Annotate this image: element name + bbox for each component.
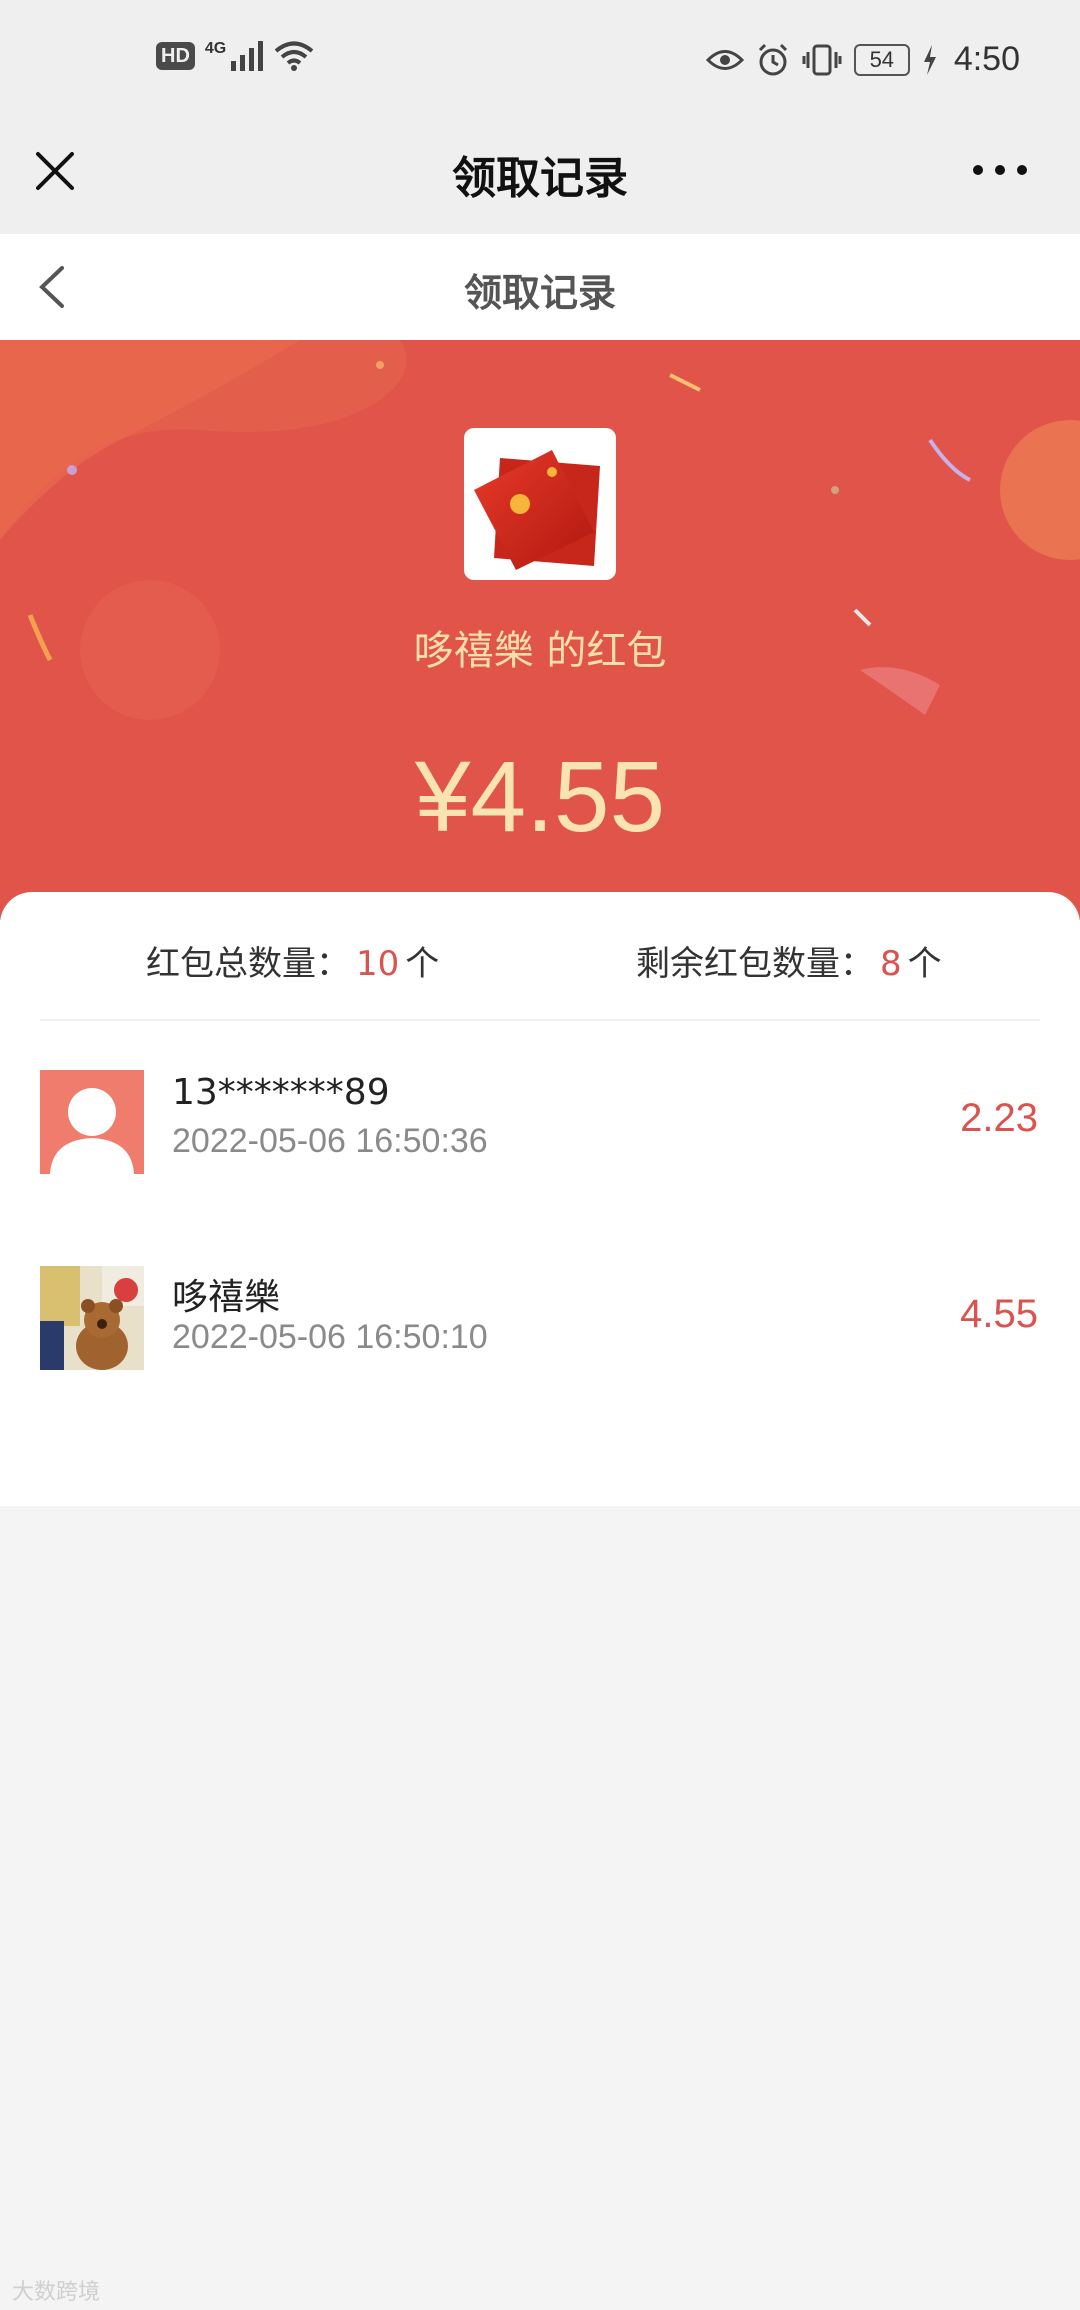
- watermark: 大数跨境: [12, 2280, 101, 2305]
- total-count-stat: 红包总数量： 10 个: [146, 936, 439, 985]
- more-icon[interactable]: [970, 162, 1030, 178]
- wifi-icon: [274, 41, 314, 71]
- battery-indicator: 54: [853, 43, 910, 76]
- record-name: 13*******89: [172, 1072, 390, 1113]
- record-time: 2022-05-06 16:50:10: [172, 1318, 488, 1356]
- status-bar: HD 4G 54 4:50: [0, 0, 1080, 122]
- record-amount: 4.55: [960, 1292, 1038, 1336]
- remaining-count-value: 8: [880, 944, 902, 984]
- vibrate-icon: [802, 44, 842, 75]
- top-nav: 领取记录: [0, 122, 1080, 234]
- network-type-label: 4G: [204, 40, 227, 57]
- sub-header-title: 领取记录: [463, 271, 616, 315]
- eye-icon: [705, 49, 744, 70]
- remaining-count-label: 剩余红包数量：: [636, 944, 874, 984]
- sender-label: 哆禧樂 的红包: [413, 628, 667, 674]
- status-time: 4:50: [953, 40, 1020, 78]
- charging-icon: [923, 44, 936, 75]
- signal-icon: [231, 41, 264, 71]
- remaining-count-unit: 个: [907, 944, 942, 984]
- remaining-count-stat: 剩余红包数量： 8 个: [636, 936, 942, 985]
- total-count-unit: 个: [405, 944, 440, 984]
- record-time: 2022-05-06 16:50:36: [172, 1122, 488, 1160]
- page-title: 领取记录: [452, 153, 628, 204]
- red-envelope-icon: [464, 428, 616, 580]
- sub-header: 领取记录: [0, 234, 1080, 340]
- record-amount: 2.23: [960, 1096, 1038, 1140]
- record-name: 哆禧樂: [172, 1277, 281, 1318]
- stats-divider: [40, 1019, 1040, 1021]
- status-left: HD 4G: [156, 40, 314, 72]
- red-envelope-hero: 哆禧樂 的红包 ¥4.55: [0, 340, 1080, 920]
- stats-row: 红包总数量： 10 个 剩余红包数量： 8 个: [0, 892, 1080, 1021]
- default-avatar-icon: [40, 1070, 144, 1174]
- hd-badge: HD: [156, 42, 195, 70]
- teddy-bear-avatar: [40, 1266, 144, 1370]
- total-count-label: 红包总数量：: [146, 944, 350, 984]
- alarm-icon: [758, 43, 787, 75]
- total-amount: ¥4.55: [414, 741, 666, 853]
- records-card: 红包总数量： 10 个 剩余红包数量： 8 个 13*******89 2022-05-…: [0, 892, 1080, 1506]
- record-row[interactable]: 哆禧樂 2022-05-06 16:50:10 4.55: [0, 1266, 1080, 1386]
- status-right: 54 4:50: [705, 40, 1020, 79]
- total-count-value: 10: [356, 944, 400, 984]
- record-row[interactable]: 13*******89 2022-05-06 16:50:36 2.23: [0, 1070, 1080, 1190]
